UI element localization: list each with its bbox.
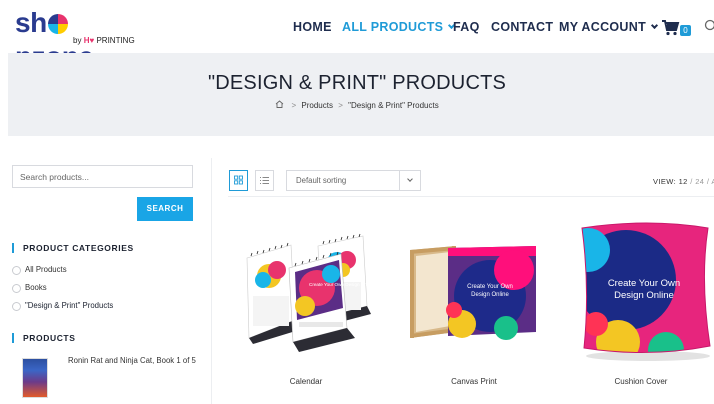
category-books[interactable]: Books — [12, 282, 47, 294]
grid-view-icon — [234, 175, 243, 185]
search-icon[interactable] — [704, 19, 714, 33]
logo-subtitle: by H♥ PRINTING — [73, 36, 135, 45]
logo-sub-prefix: by — [73, 36, 82, 45]
view-option-12[interactable]: 12 — [679, 177, 688, 186]
product-categories-title: PRODUCT CATEGORIES — [12, 243, 134, 253]
list-view-icon — [260, 177, 269, 184]
calendar-product-image: Create Your Own Design Online — [246, 233, 375, 352]
breadcrumb-products[interactable]: Products — [301, 101, 333, 110]
chevron-down-icon — [650, 21, 659, 30]
cart-count-badge: 0 — [680, 25, 691, 36]
product-card-canvas-print[interactable]: Create Your Own Design Online — [394, 210, 554, 380]
logo-text-start: sh — [15, 7, 47, 38]
nav-home[interactable]: HOME — [293, 20, 332, 34]
view-option-24[interactable]: 24 — [695, 177, 704, 186]
product-title-canvas-print[interactable]: Canvas Print — [394, 377, 554, 386]
product-card-cushion-cover[interactable]: Create Your Own Design Online — [568, 210, 714, 380]
view-separator: / — [690, 177, 693, 186]
product-card-calendar[interactable]: Create Your Own Design Online — [233, 210, 393, 380]
nav-my-account-label: MY ACCOUNT — [559, 20, 647, 34]
canvas-image-text-line-2: Design Online — [471, 292, 509, 298]
canvas-image-text-line-1: Create Your Own — [467, 284, 513, 290]
nav-faq[interactable]: FAQ — [453, 20, 480, 34]
search-input[interactable] — [13, 166, 192, 187]
sidebar-divider — [211, 158, 212, 404]
nav-all-products-label: ALL PRODUCTS — [342, 20, 444, 34]
search-products-box — [12, 165, 193, 188]
cushion-cover-product-image: Create Your Own Design Online — [581, 222, 711, 361]
calendar-image-text: Create Your Own Design Online — [309, 282, 375, 287]
breadcrumb-separator: > — [338, 100, 343, 110]
cushion-image-text-line-2: Design Online — [614, 290, 674, 301]
site-header: shpzone by H♥ PRINTING HOME ALL PRODUCTS… — [0, 0, 714, 72]
view-separator: / — [706, 177, 710, 186]
product-title-calendar[interactable]: Calendar — [226, 377, 386, 386]
breadcrumb: > Products > "Design & Print" Products — [0, 100, 714, 110]
logo-sub-suffix: PRINTING — [96, 36, 135, 45]
cart-button[interactable]: 0 — [662, 20, 694, 38]
view-count-selector: VIEW: 12 / 24 / AL — [653, 177, 714, 186]
breadcrumb-current: "Design & Print" Products — [348, 100, 439, 110]
shopzone-logo[interactable]: shpzone by H♥ PRINTING — [15, 7, 145, 72]
product-title-cushion-cover[interactable]: Cushion Cover — [561, 377, 714, 386]
book-cover-thumbnail[interactable] — [22, 358, 48, 398]
cushion-image-text-line-1: Create Your Own — [608, 278, 680, 289]
heart-icon: ♥ — [89, 36, 95, 45]
list-view-button[interactable] — [255, 170, 274, 191]
page: shpzone by H♥ PRINTING HOME ALL PRODUCTS… — [0, 0, 714, 404]
logo-o-circle — [47, 14, 68, 34]
breadcrumb-separator: > — [291, 100, 297, 110]
products-widget-title: PRODUCTS — [12, 333, 76, 343]
category-all-products[interactable]: All Products — [12, 264, 67, 276]
cart-icon — [662, 20, 680, 36]
view-label: VIEW: — [653, 177, 677, 186]
nav-all-products[interactable]: ALL PRODUCTS — [342, 20, 456, 34]
category-design-print[interactable]: "Design & Print" Products — [12, 300, 113, 312]
search-button[interactable]: SEARCH — [137, 197, 193, 221]
toolbar-divider — [228, 196, 714, 197]
page-title: "DESIGN & PRINT" PRODUCTS — [207, 72, 507, 94]
nav-my-account[interactable]: MY ACCOUNT — [559, 20, 659, 34]
canvas-print-product-image: Create Your Own Design Online — [410, 246, 536, 340]
grid-view-button[interactable] — [229, 170, 248, 191]
nav-contact[interactable]: CONTACT — [491, 20, 553, 34]
chevron-down-icon[interactable] — [399, 170, 421, 191]
home-icon[interactable] — [275, 100, 284, 110]
sidebar-product-link[interactable]: Ronin Rat and Ninja Cat, Book 1 of 5 — [68, 356, 196, 365]
